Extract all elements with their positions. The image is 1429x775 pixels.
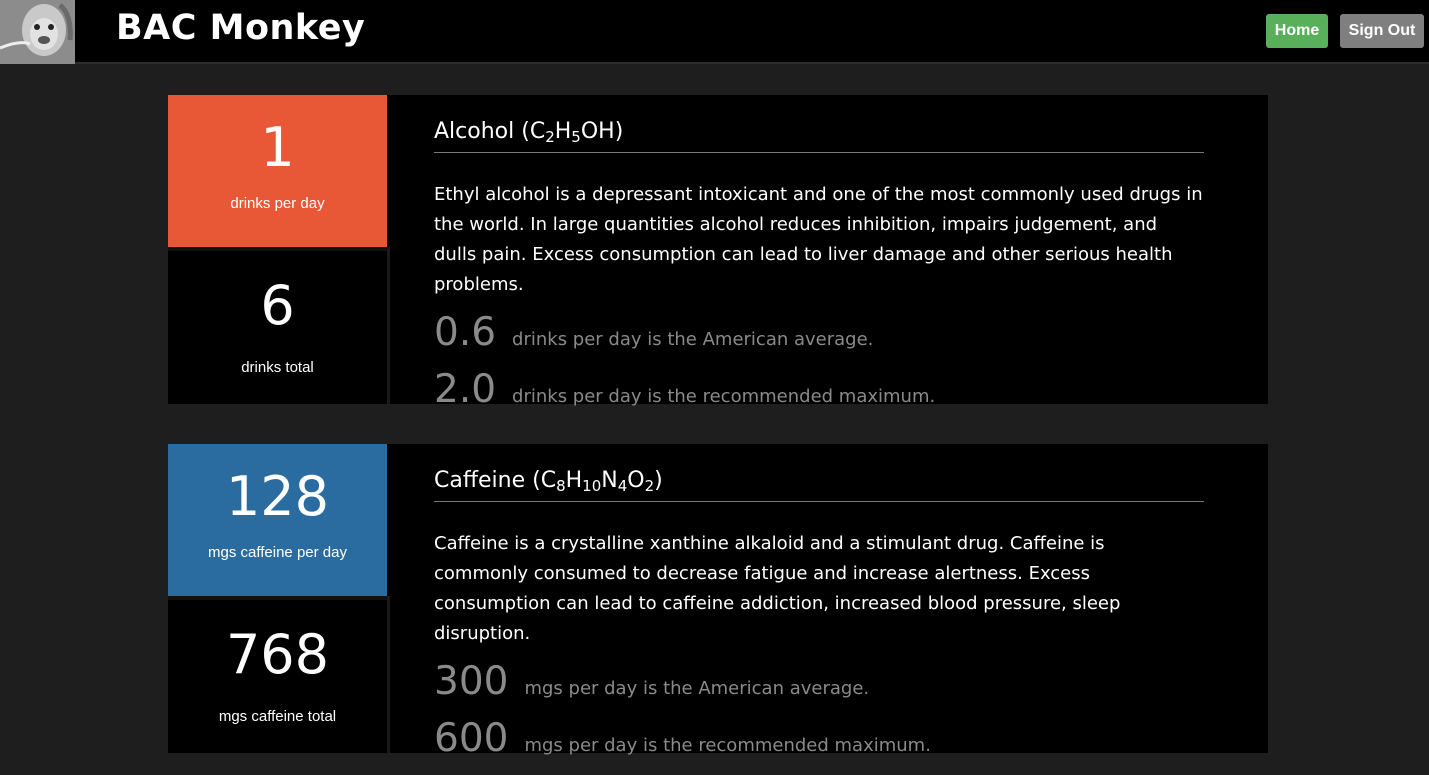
alcohol-info: Alcohol (C2H5OH) Ethyl alcohol is a depr…: [434, 119, 1204, 414]
formula-text: N: [601, 468, 618, 493]
caffeine-per-day-panel: 128 mgs caffeine per day: [168, 444, 387, 596]
caffeine-maximum-text: mgs per day is the recommended maximum.: [524, 735, 931, 756]
alcohol-average-value: 0.6: [434, 310, 497, 355]
alcohol-heading: Alcohol (C2H5OH): [434, 119, 1204, 153]
caffeine-card: 128 mgs caffeine per day 768 mgs caffein…: [168, 444, 1268, 761]
column-divider: [387, 596, 390, 753]
formula-text: ): [654, 468, 663, 493]
alcohol-card: 1 drinks per day 6 drinks total Alcohol …: [168, 95, 1268, 412]
formula-text: H: [554, 119, 572, 144]
app-title[interactable]: BAC Monkey: [116, 8, 365, 48]
alcohol-description: Ethyl alcohol is a depressant intoxicant…: [434, 184, 1203, 295]
alcohol-average-text: drinks per day is the American average.: [512, 329, 874, 350]
caffeine-average-text: mgs per day is the American average.: [524, 678, 870, 699]
formula-subscript: 5: [571, 128, 581, 146]
drinks-total-panel: 6 drinks total: [168, 251, 387, 404]
caffeine-total-value: 768: [225, 623, 330, 686]
drinks-total-label: drinks total: [241, 359, 314, 376]
formula-subscript: 2: [644, 477, 655, 495]
caffeine-per-day-label: mgs caffeine per day: [208, 544, 347, 561]
caffeine-average-fact: 300 mgs per day is the American average.: [434, 659, 1204, 706]
caffeine-total-label: mgs caffeine total: [218, 708, 337, 725]
alcohol-average-fact: 0.6 drinks per day is the American avera…: [434, 310, 1204, 357]
alcohol-maximum-value: 2.0: [434, 367, 497, 412]
formula-subscript: 4: [617, 477, 628, 495]
caffeine-average-value: 300: [434, 659, 509, 704]
caffeine-maximum-fact: 600 mgs per day is the recommended maxim…: [434, 716, 1204, 763]
sign-out-button[interactable]: Sign Out: [1340, 14, 1424, 48]
caffeine-heading: Caffeine (C8H10N4O2): [434, 468, 1204, 502]
drinks-per-day-value: 1: [260, 116, 295, 179]
formula-subscript: 2: [545, 128, 555, 146]
formula-text: C: [529, 119, 546, 144]
monkey-logo-icon[interactable]: [0, 0, 75, 64]
alcohol-maximum-fact: 2.0 drinks per day is the recommended ma…: [434, 367, 1204, 414]
top-navbar: BAC Monkey Home Sign Out: [0, 0, 1429, 64]
formula-text: OH): [580, 119, 624, 144]
caffeine-formula: C8H10N4O2): [540, 468, 663, 495]
formula-text: H: [565, 468, 583, 493]
caffeine-per-day-value: 128: [225, 465, 330, 528]
formula-subscript: 10: [582, 477, 602, 495]
column-divider: [387, 247, 390, 404]
caffeine-info: Caffeine (C8H10N4O2) Caffeine is a cryst…: [434, 468, 1204, 763]
drinks-per-day-panel: 1 drinks per day: [168, 95, 387, 247]
home-button[interactable]: Home: [1266, 14, 1328, 48]
formula-text: C: [540, 468, 557, 493]
caffeine-description: Caffeine is a crystalline xanthine alkal…: [434, 533, 1121, 644]
formula-subscript: 8: [556, 477, 566, 495]
alcohol-formula: C2H5OH): [529, 119, 624, 146]
drinks-per-day-label: drinks per day: [230, 195, 325, 212]
alcohol-maximum-text: drinks per day is the recommended maximu…: [512, 386, 936, 407]
caffeine-maximum-value: 600: [434, 716, 509, 761]
formula-text: O: [627, 468, 645, 493]
caffeine-total-panel: 768 mgs caffeine total: [168, 600, 387, 753]
drinks-total-value: 6: [260, 274, 295, 337]
